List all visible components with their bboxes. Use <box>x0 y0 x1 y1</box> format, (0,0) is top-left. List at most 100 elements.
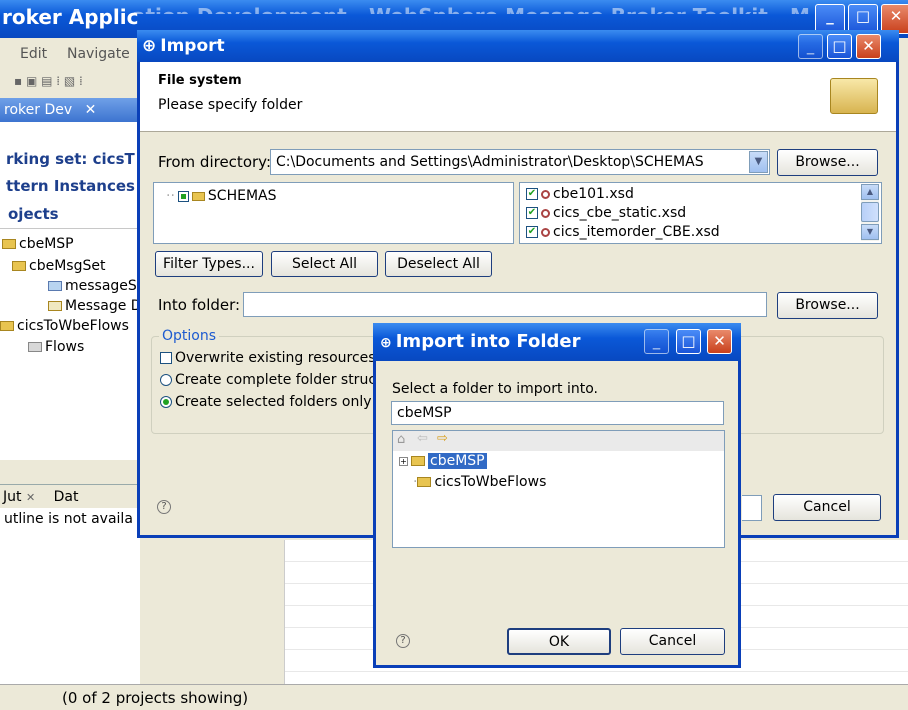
tree-item-flows[interactable]: Flows <box>28 339 84 355</box>
outline-message: utline is not availa <box>4 511 133 527</box>
help-icon[interactable]: ? <box>157 500 171 514</box>
tree-item-cicstowbeflows[interactable]: cicsToWbeFlows <box>0 318 129 334</box>
main-title-trailing: ation Development - WebSphere Message Br… <box>132 4 832 14</box>
flows-icon <box>28 342 42 352</box>
folder-close-icon[interactable]: ✕ <box>707 329 732 354</box>
import-title: ⊕ Import <box>142 36 225 56</box>
toolbar: ▪ ▣ ▤ ⁞ ▧ ⁞ <box>14 74 83 88</box>
hidden-field <box>742 495 762 521</box>
browse-button[interactable]: Browse... <box>777 149 878 176</box>
section-title: File system <box>158 73 242 88</box>
data-tab-label[interactable]: Dat <box>54 489 79 505</box>
folder-prompt: Select a folder to import into. <box>392 381 598 397</box>
outline-pane <box>0 508 140 684</box>
folder-tree-item-cicstowbeflows[interactable]: · cicsToWbeFlows <box>413 474 546 490</box>
navigator-tab[interactable]: roker Dev ✕ <box>0 98 140 122</box>
checkbox-icon[interactable]: ✔ <box>526 207 538 219</box>
section-subtitle: Please specify folder <box>158 97 303 113</box>
tree-item-label: Flows <box>45 339 85 355</box>
folder-tree-label: cicsToWbeFlows <box>434 474 547 490</box>
create-complete-label: Create complete folder struc <box>175 372 377 388</box>
folder-tree-item-cbemsp[interactable]: + cbeMSP <box>399 453 487 469</box>
create-complete-option[interactable]: Create complete folder struc <box>160 372 376 388</box>
import-title-bar <box>137 30 899 62</box>
file-list-scrollbar[interactable]: ▲ ▼ <box>861 184 879 241</box>
radio-icon[interactable] <box>160 396 172 408</box>
status-text: (0 of 2 projects showing) <box>62 689 249 707</box>
file-row[interactable]: ✔ cics_itemorder_CBE.xsd <box>526 224 720 240</box>
folder-minimize-icon[interactable]: _ <box>644 329 669 354</box>
project-icon <box>2 239 16 249</box>
from-directory-label: From directory: <box>158 153 271 171</box>
tree-item-label: cbeMsgSet <box>29 258 106 274</box>
tree-item-label: cbeMSP <box>19 236 74 252</box>
msgset-icon <box>12 261 26 271</box>
folder-name-input[interactable]: cbeMSP <box>391 401 724 425</box>
tree-item-message-def[interactable]: Message D <box>48 298 142 314</box>
main-title: roker Applic <box>2 5 139 29</box>
tree-item-cbemsgset[interactable]: cbeMsgSet <box>12 258 105 274</box>
import-minimize-icon[interactable]: _ <box>798 34 823 59</box>
working-set-label: rking set: cicsT <box>6 150 135 168</box>
projects-label[interactable]: ojects <box>8 205 59 223</box>
folder-title-text: Import into Folder <box>395 331 581 352</box>
tab-close-icon[interactable]: ✕ <box>85 102 97 118</box>
folder-app-icon: ⊕ <box>380 335 392 351</box>
message-def-icon <box>48 301 62 311</box>
home-icon[interactable]: ⌂ <box>397 432 405 447</box>
scroll-thumb[interactable] <box>861 202 879 222</box>
overwrite-option[interactable]: Overwrite existing resources <box>160 350 376 366</box>
import-title-text: Import <box>160 36 225 56</box>
pattern-instances-label[interactable]: ttern Instances <box>6 177 135 195</box>
deselect-all-button[interactable]: Deselect All <box>385 251 492 277</box>
folder-tree-label: cbeMSP <box>428 453 487 469</box>
into-folder-label: Into folder: <box>158 296 241 314</box>
file-row[interactable]: ✔ cics_cbe_static.xsd <box>526 205 686 221</box>
import-app-icon: ⊕ <box>142 36 157 56</box>
tab-close-icon[interactable]: ✕ <box>26 491 35 504</box>
overwrite-label: Overwrite existing resources <box>175 350 376 366</box>
tree-item-messages[interactable]: messageS <box>48 278 137 294</box>
folder-help-icon[interactable]: ? <box>396 634 410 648</box>
create-selected-option[interactable]: Create selected folders only <box>160 394 372 410</box>
menu-navigate[interactable]: Navigate <box>67 46 130 62</box>
import-maximize-icon[interactable]: □ <box>827 34 852 59</box>
checkbox-icon[interactable] <box>160 352 172 364</box>
chevron-up-icon[interactable]: ▲ <box>861 184 879 200</box>
from-directory-combo[interactable]: C:\Documents and Settings\Administrator\… <box>270 149 770 175</box>
back-arrow-icon[interactable]: ⇦ <box>417 431 428 446</box>
folder-name-value: cbeMSP <box>397 405 452 421</box>
folder-cancel-button[interactable]: Cancel <box>620 628 725 655</box>
import-close-icon[interactable]: ✕ <box>856 34 881 59</box>
import-cancel-button[interactable]: Cancel <box>773 494 881 521</box>
file-name: cbe101.xsd <box>553 186 634 202</box>
file-row[interactable]: ✔ cbe101.xsd <box>526 186 634 202</box>
tree-item-schemas[interactable]: ·· SCHEMAS <box>166 188 276 204</box>
into-folder-input[interactable] <box>243 292 767 317</box>
options-label: Options <box>159 328 220 344</box>
expand-icon[interactable]: + <box>399 456 408 466</box>
browse-folder-button[interactable]: Browse... <box>777 292 878 319</box>
partial-checkbox-icon[interactable] <box>177 190 189 202</box>
ok-button[interactable]: OK <box>507 628 611 655</box>
tree-item-label: messageS <box>65 278 137 294</box>
xsd-icon <box>541 208 550 218</box>
chevron-down-icon[interactable]: ▼ <box>861 224 879 240</box>
menu-edit[interactable]: Edit <box>20 46 47 62</box>
radio-icon[interactable] <box>160 374 172 386</box>
forward-arrow-icon[interactable]: ⇨ <box>437 431 448 446</box>
tree-item-cbemsp[interactable]: cbeMSP <box>2 236 74 252</box>
chevron-down-icon[interactable]: ▼ <box>749 151 768 173</box>
project-folder-icon <box>417 477 432 487</box>
folder-maximize-icon[interactable]: □ <box>676 329 701 354</box>
create-selected-label: Create selected folders only <box>175 394 372 410</box>
tree-item-label: cicsToWbeFlows <box>17 318 129 334</box>
xsd-icon <box>541 227 550 237</box>
filter-types-button[interactable]: Filter Types... <box>155 251 263 277</box>
project-folder-icon <box>411 456 425 466</box>
select-all-button[interactable]: Select All <box>271 251 378 277</box>
divider <box>0 228 140 229</box>
outline-tab-label[interactable]: Jut <box>0 489 22 505</box>
checkbox-icon[interactable]: ✔ <box>526 226 538 238</box>
checkbox-icon[interactable]: ✔ <box>526 188 538 200</box>
